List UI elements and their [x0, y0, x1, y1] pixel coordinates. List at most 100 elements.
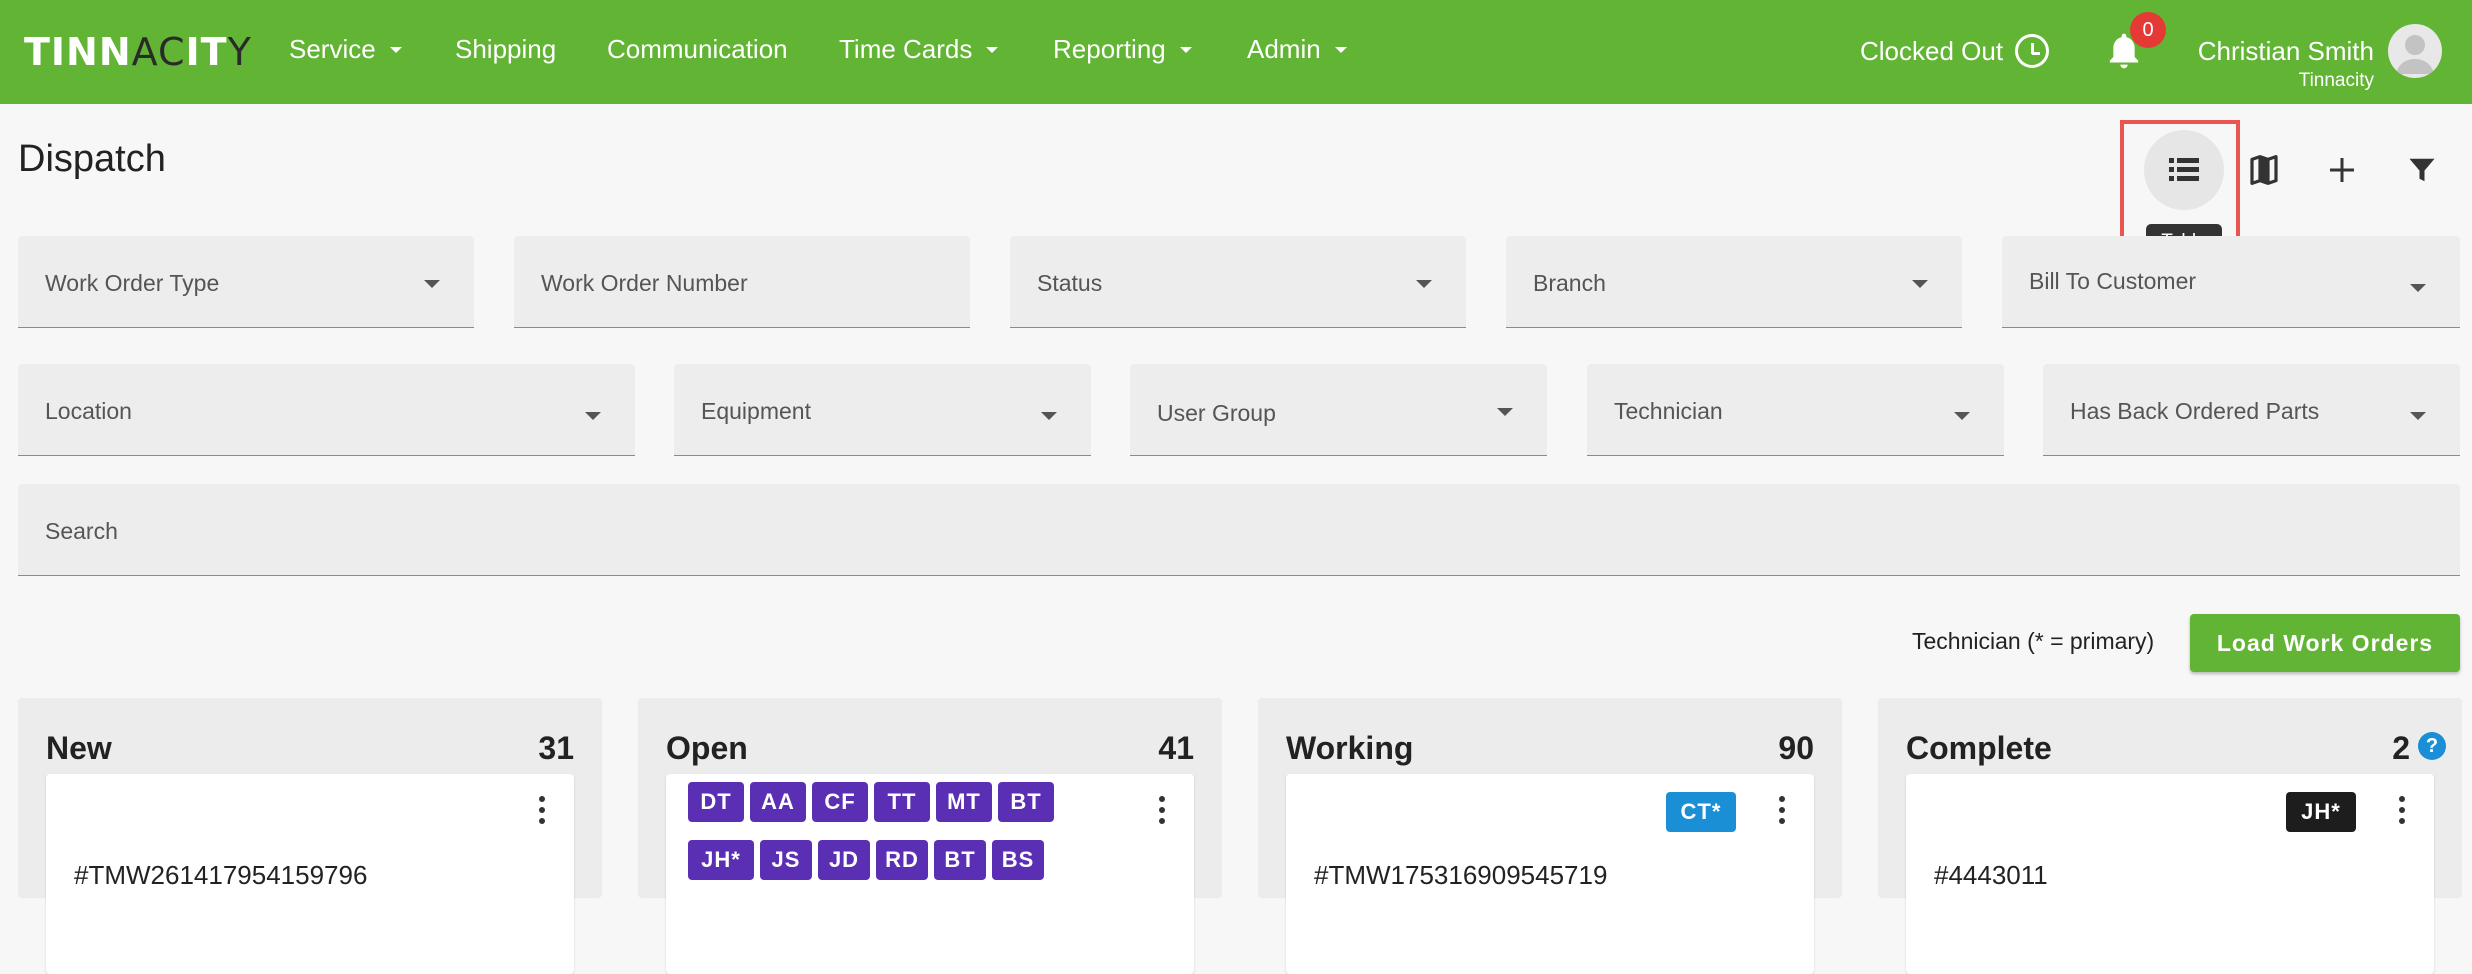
nav-admin-label: Admin [1247, 34, 1321, 64]
filter-button[interactable] [2382, 130, 2462, 210]
dropdown-arrow-icon [1912, 280, 1928, 288]
column-count: 41 [1158, 730, 1194, 766]
technician-tag: CF [812, 782, 868, 822]
dropdown-arrow-icon [2410, 412, 2426, 420]
branch-select[interactable]: Branch [1506, 236, 1962, 328]
technician-tag: JD [818, 840, 870, 880]
dropdown-arrow-icon [424, 280, 440, 288]
technician-tag: RD [876, 840, 928, 880]
chevron-down-icon [1179, 46, 1192, 53]
nav-shipping[interactable]: Shipping [455, 34, 556, 65]
technician-tag: BT [998, 782, 1054, 822]
more-vert-icon[interactable] [1152, 796, 1172, 830]
avatar[interactable] [2388, 24, 2442, 78]
search-input[interactable]: Search [18, 484, 2460, 576]
column-title: New [46, 730, 112, 766]
work-order-card[interactable]: JH* #4443011 [1906, 774, 2434, 974]
filter-icon [2409, 158, 2435, 182]
column-title: Open [666, 730, 748, 766]
location-label: Location [45, 398, 132, 424]
technician-tag: MT [936, 782, 992, 822]
page-title: Dispatch [18, 138, 166, 180]
column-title: Complete [1906, 730, 2052, 766]
help-icon[interactable]: ? [2418, 732, 2446, 760]
nav-service-label: Service [289, 34, 376, 64]
column-count: 31 [538, 730, 574, 766]
top-navigation-bar: TINN AC IT Y Service Shipping Communication… [0, 0, 2472, 104]
work-order-type-select[interactable]: Work Order Type [18, 236, 474, 328]
technician-tag: BS [992, 840, 1044, 880]
load-work-orders-button[interactable]: Load Work Orders [2190, 614, 2460, 672]
tinnacity-logo[interactable]: TINN AC IT Y [24, 30, 252, 74]
clock-icon [2015, 34, 2050, 68]
column-new: New 31 #TMW261417954159796 [18, 698, 602, 974]
nav-reporting-label: Reporting [1053, 34, 1166, 64]
work-order-card[interactable]: #TMW261417954159796 [46, 774, 574, 974]
nav-admin[interactable]: Admin [1247, 34, 1347, 65]
dropdown-arrow-icon [1497, 408, 1513, 416]
technician-tag: CT* [1666, 792, 1736, 832]
column-open: Open 41 DT AA CF TT MT BT JH* JS JD RD B… [638, 698, 1222, 974]
dropdown-arrow-icon [2410, 284, 2426, 292]
dropdown-arrow-icon [1954, 412, 1970, 420]
column-title: Working [1286, 730, 1414, 766]
work-order-number-label: Work Order Number [541, 270, 748, 296]
dropdown-arrow-icon [1041, 412, 1057, 420]
nav-time-cards-label: Time Cards [839, 34, 973, 64]
work-order-card[interactable]: CT* #TMW175316909545719 [1286, 774, 1814, 974]
nav-shipping-label: Shipping [455, 34, 557, 64]
technician-tag: JS [760, 840, 812, 880]
work-order-type-label: Work Order Type [45, 270, 220, 296]
technician-legend: Technician (* = primary) [1912, 628, 2155, 654]
chevron-down-icon [1334, 46, 1347, 53]
has-back-ordered-parts-select[interactable]: Has Back Ordered Parts [2043, 364, 2460, 456]
map-icon [2250, 155, 2278, 185]
dropdown-arrow-icon [1416, 280, 1432, 288]
equipment-select[interactable]: Equipment [674, 364, 1091, 456]
column-working: Working 90 CT* #TMW175316909545719 [1258, 698, 1842, 974]
chevron-down-icon [986, 46, 999, 53]
equipment-label: Equipment [701, 398, 811, 424]
status-label: Status [1037, 270, 1103, 296]
more-vert-icon[interactable] [2392, 796, 2412, 830]
user-organization: Tinnacity [2298, 70, 2374, 91]
notification-badge: 0 [2130, 12, 2166, 48]
column-count: 90 [1778, 730, 1814, 766]
bill-to-customer-select[interactable]: Bill To Customer [2002, 236, 2460, 328]
bill-to-customer-label: Bill To Customer [2029, 268, 2197, 294]
more-vert-icon[interactable] [1772, 796, 1792, 830]
add-work-order-button[interactable] [2302, 130, 2382, 210]
has-back-ordered-parts-label: Has Back Ordered Parts [2070, 398, 2320, 424]
user-avatar-icon [2396, 35, 2434, 74]
user-name[interactable]: Christian Smith [2198, 36, 2374, 67]
location-select[interactable]: Location [18, 364, 635, 456]
nav-communication[interactable]: Communication [607, 34, 788, 65]
technician-tag: AA [750, 782, 806, 822]
nav-service[interactable]: Service [289, 34, 402, 65]
clock-status-label: Clocked Out [1860, 35, 2004, 66]
clock-status-button[interactable]: Clocked Out [1860, 34, 2050, 68]
status-select[interactable]: Status [1010, 236, 1466, 328]
column-count: 2 [2392, 730, 2410, 766]
technician-select[interactable]: Technician [1587, 364, 2004, 456]
user-group-label: User Group [1157, 400, 1276, 426]
nav-reporting[interactable]: Reporting [1053, 34, 1192, 65]
nav-time-cards[interactable]: Time Cards [839, 34, 999, 65]
technician-tag: JH* [688, 840, 754, 880]
column-complete: Complete 2 ? JH* #4443011 [1878, 698, 2462, 974]
technician-tag: JH* [2286, 792, 2356, 832]
work-order-number-input[interactable]: Work Order Number [514, 236, 970, 328]
user-group-select[interactable]: User Group [1130, 364, 1547, 456]
technician-label: Technician [1614, 398, 1723, 424]
more-vert-icon[interactable] [532, 796, 552, 830]
chevron-down-icon [389, 46, 402, 53]
technician-tag: TT [874, 782, 930, 822]
dropdown-arrow-icon [585, 412, 601, 420]
plus-icon [2330, 158, 2354, 182]
technician-tag: DT [688, 782, 744, 822]
nav-communication-label: Communication [607, 34, 788, 64]
search-label: Search [45, 518, 118, 544]
technician-tag: BT [934, 840, 986, 880]
branch-label: Branch [1533, 270, 1606, 296]
work-order-card[interactable]: DT AA CF TT MT BT JH* JS JD RD BT BS [666, 774, 1194, 974]
